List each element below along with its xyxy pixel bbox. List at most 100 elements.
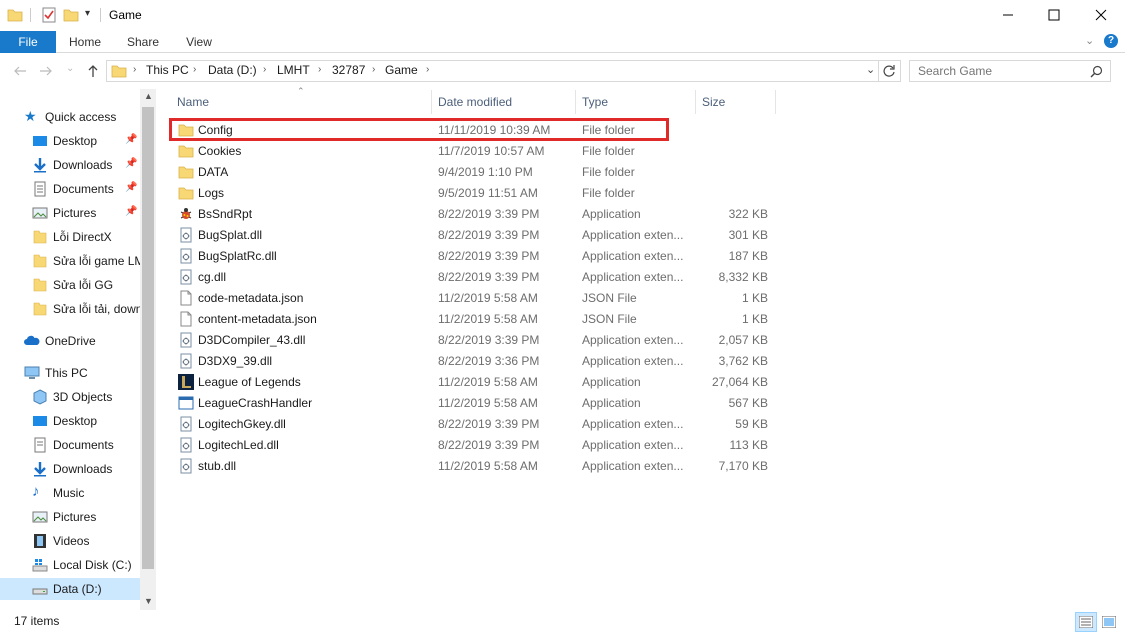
nav-label: Quick access [45,110,117,124]
minimize-button[interactable] [985,0,1031,30]
column-header-date[interactable]: Date modified [438,95,512,113]
nav-label: Sửa lỗi game LMHT [53,254,140,268]
file-row[interactable]: stub.dll 11/2/2019 5:58 AM Application ext… [170,456,770,477]
search-input[interactable] [910,61,1085,81]
address-dropdown-icon[interactable]: ⌄ [866,63,875,76]
breadcrumb-32787[interactable]: 32787 [332,63,365,77]
up-button[interactable] [83,61,103,81]
star-icon: ★ [24,108,37,124]
chevron-right-icon[interactable]: › [133,64,136,75]
column-divider[interactable] [431,90,432,114]
file-row[interactable]: BugSplatRc.dll 8/22/2019 3:39 PM Applicati… [170,246,770,267]
chevron-right-icon[interactable]: › [318,64,321,75]
file-size: 1 KB [741,291,768,305]
pin-icon[interactable]: 📌 [125,206,137,217]
tab-share[interactable]: Share [120,31,166,53]
nav-item-data-d[interactable]: Data (D:) [0,578,140,600]
dll-icon [180,416,192,432]
file-type: Application exten... [582,417,684,431]
column-header-type[interactable]: Type [582,95,608,113]
file-date: 8/22/2019 3:36 PM [438,354,540,368]
breadcrumb-this-pc[interactable]: This PC [146,63,189,77]
nav-item-folder[interactable]: Sửa lỗi game LMHT [0,250,140,272]
file-row[interactable]: BsSndRpt 8/22/2019 3:39 PM Application 322 … [170,204,770,225]
scroll-up-icon[interactable]: ▲ [144,91,153,101]
nav-item-folder[interactable]: Sửa lỗi tải, download [0,298,140,320]
nav-item-downloads[interactable]: Downloads [0,458,140,480]
file-row[interactable]: LeagueCrashHandler 11/2/2019 5:58 AM Appli… [170,393,770,414]
file-name: League of Legends [198,375,301,389]
tab-file[interactable]: File [0,31,56,53]
chevron-right-icon[interactable]: › [426,64,429,75]
recent-locations-icon[interactable]: ⌄ [66,63,74,74]
properties-icon[interactable] [41,7,57,23]
nav-item-videos[interactable]: Videos [0,530,140,552]
file-row[interactable]: League of Legends 11/2/2019 5:58 AM Applic… [170,372,770,393]
large-icons-view-button[interactable] [1098,612,1120,632]
nav-item-documents[interactable]: Documents [0,434,140,456]
pin-icon[interactable]: 📌 [125,182,137,193]
file-row[interactable]: D3DX9_39.dll 8/22/2019 3:36 PM Application… [170,351,770,372]
refresh-icon[interactable] [882,64,896,78]
file-row[interactable]: code-metadata.json 11/2/2019 5:58 AM JSON … [170,288,770,309]
close-button[interactable] [1078,0,1124,30]
nav-item-documents[interactable]: Documents 📌 [0,178,140,200]
chevron-right-icon[interactable]: › [372,64,375,75]
tab-view[interactable]: View [176,31,222,53]
tab-home[interactable]: Home [62,31,108,53]
breadcrumb-game[interactable]: Game [385,63,418,77]
search-icon[interactable] [1090,65,1103,78]
nav-item-3d-objects[interactable]: 3D Objects [0,386,140,408]
nav-item-local-disk-c[interactable]: Local Disk (C:) [0,554,140,576]
breadcrumb-lmht[interactable]: LMHT [277,63,310,77]
nav-item-desktop[interactable]: Desktop [0,410,140,432]
column-header-name[interactable]: Name [177,95,209,113]
new-folder-icon[interactable] [63,7,79,23]
expand-ribbon-icon[interactable]: ⌄ [1085,34,1094,47]
nav-label: Videos [53,534,90,548]
column-divider[interactable] [695,90,696,114]
file-name: content-metadata.json [198,312,317,326]
file-row[interactable]: Cookies 11/7/2019 10:57 AM File folder [170,141,770,162]
file-row[interactable]: LogitechLed.dll 8/22/2019 3:39 PM Applicat… [170,435,770,456]
maximize-button[interactable] [1031,0,1077,30]
chevron-right-icon[interactable]: › [263,64,266,75]
nav-item-pictures[interactable]: Pictures [0,506,140,528]
customize-qat-icon[interactable]: ▾ [85,8,90,19]
details-view-button[interactable] [1075,612,1097,632]
pin-icon[interactable]: 📌 [125,158,137,169]
nav-item-folder[interactable]: Lỗi DirectX [0,226,140,248]
column-divider[interactable] [775,90,776,114]
nav-item-folder[interactable]: Sửa lỗi GG [0,274,140,296]
file-row[interactable]: content-metadata.json 11/2/2019 5:58 AM JS… [170,309,770,330]
search-box[interactable] [909,60,1111,82]
column-header-size[interactable]: Size [702,95,725,113]
file-row[interactable]: DATA 9/4/2019 1:10 PM File folder [170,162,770,183]
file-type: Application [582,207,641,221]
folder-icon [178,145,194,158]
file-date: 8/22/2019 3:39 PM [438,228,540,242]
nav-quick-access[interactable]: ★ Quick access [0,106,140,128]
scroll-down-icon[interactable]: ▼ [144,596,153,606]
file-row[interactable]: D3DCompiler_43.dll 8/22/2019 3:39 PM Appli… [170,330,770,351]
nav-item-music[interactable]: ♪ Music [0,482,140,504]
nav-item-downloads[interactable]: Downloads 📌 [0,154,140,176]
pin-icon[interactable]: 📌 [125,134,137,145]
chevron-right-icon[interactable]: › [193,64,196,75]
column-divider[interactable] [575,90,576,114]
nav-this-pc[interactable]: This PC [0,362,140,384]
file-row[interactable]: cg.dll 8/22/2019 3:39 PM Application exten… [170,267,770,288]
file-row[interactable]: BugSplat.dll 8/22/2019 3:39 PM Application… [170,225,770,246]
file-row[interactable]: LogitechGkey.dll 8/22/2019 3:39 PM Applica… [170,414,770,435]
nav-item-pictures[interactable]: Pictures 📌 [0,202,140,224]
help-icon[interactable]: ? [1104,34,1118,48]
bugsplat-app-icon [180,208,192,219]
forward-button[interactable] [36,61,56,81]
file-row[interactable]: Logs 9/5/2019 11:51 AM File folder [170,183,770,204]
nav-onedrive[interactable]: OneDrive [0,330,140,352]
file-type: File folder [582,186,635,200]
back-button[interactable] [10,61,30,81]
nav-item-desktop[interactable]: Desktop 📌 [0,130,140,152]
breadcrumb-data-d[interactable]: Data (D:) [208,63,257,77]
scrollbar-thumb[interactable] [142,107,154,569]
